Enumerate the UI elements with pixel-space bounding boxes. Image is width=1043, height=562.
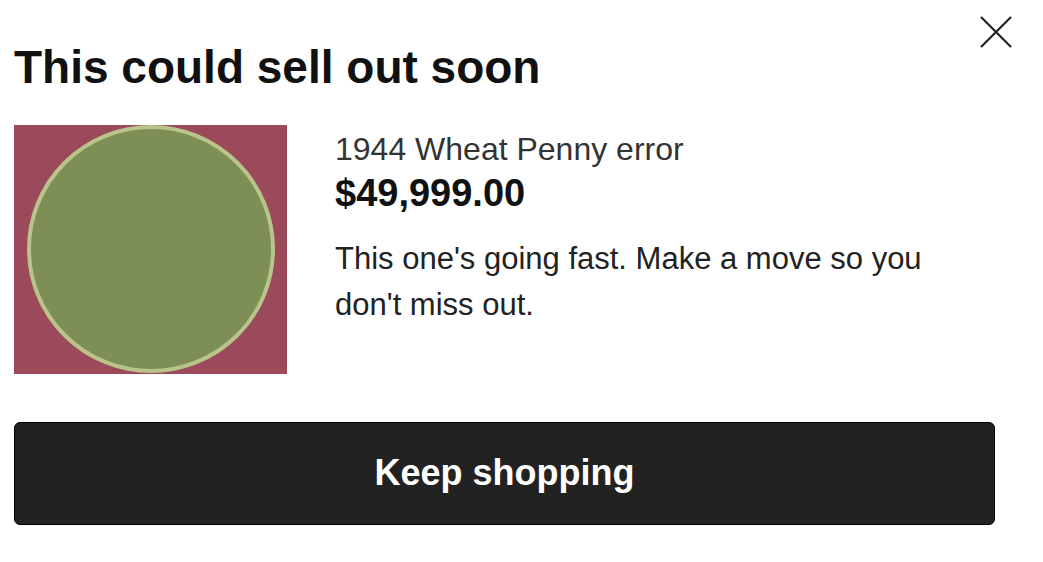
listing-photo[interactable] [14,125,287,374]
close-icon [979,15,1013,49]
listing-name[interactable]: 1944 Wheat Penny error [335,129,935,171]
listing-price: $49,999.00 [335,170,935,218]
close-button[interactable] [978,14,1014,50]
dialog-title: This could sell out soon [14,42,1029,93]
sell-out-dialog: This could sell out soon 1944 Wheat Penny… [0,0,1043,562]
keep-shopping-button[interactable]: Keep shopping [14,422,995,525]
listing-message: This one's going fast. Make a move so yo… [335,236,935,328]
listing-info: 1944 Wheat Penny error$49,999.00 This one… [335,125,935,374]
listing-row: 1944 Wheat Penny error$49,999.00 This one… [14,125,1029,374]
coin-shape [27,125,275,373]
